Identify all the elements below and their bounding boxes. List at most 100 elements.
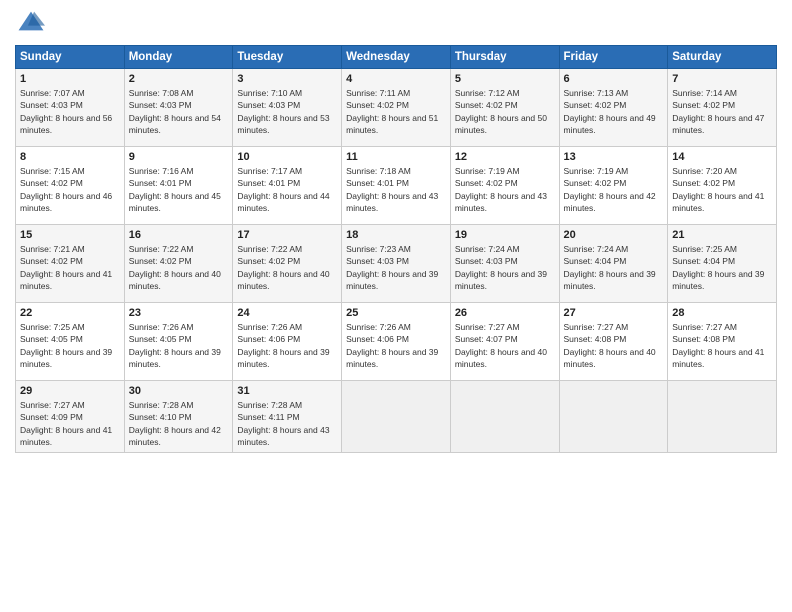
day-detail: Sunrise: 7:28 AMSunset: 4:11 PMDaylight:… xyxy=(237,399,337,448)
logo xyxy=(15,10,47,37)
day-number: 4 xyxy=(346,73,446,85)
calendar-cell: 25 Sunrise: 7:26 AMSunset: 4:06 PMDayligh… xyxy=(342,303,451,381)
day-number: 3 xyxy=(237,73,337,85)
calendar-cell: 29 Sunrise: 7:27 AMSunset: 4:09 PMDayligh… xyxy=(16,381,125,453)
header xyxy=(15,10,777,37)
calendar-cell: 9 Sunrise: 7:16 AMSunset: 4:01 PMDaylight… xyxy=(124,147,233,225)
day-number: 31 xyxy=(237,385,337,397)
day-detail: Sunrise: 7:15 AMSunset: 4:02 PMDaylight:… xyxy=(20,165,120,214)
day-number: 25 xyxy=(346,307,446,319)
calendar-cell: 28Sunrise: 7:27 AMSunset: 4:08 PMDayligh… xyxy=(668,303,777,381)
day-detail: Sunrise: 7:28 AMSunset: 4:10 PMDaylight:… xyxy=(129,399,229,448)
day-number: 22 xyxy=(20,307,120,319)
calendar-cell: 23 Sunrise: 7:26 AMSunset: 4:05 PMDayligh… xyxy=(124,303,233,381)
calendar-week-row: 15Sunrise: 7:21 AMSunset: 4:02 PMDayligh… xyxy=(16,225,777,303)
day-detail: Sunrise: 7:16 AMSunset: 4:01 PMDaylight:… xyxy=(129,165,229,214)
day-detail: Sunrise: 7:25 AMSunset: 4:05 PMDaylight:… xyxy=(20,321,120,370)
calendar-cell: 20 Sunrise: 7:24 AMSunset: 4:04 PMDayligh… xyxy=(559,225,668,303)
day-number: 8 xyxy=(20,151,120,163)
day-number: 16 xyxy=(129,229,229,241)
calendar-cell: 13 Sunrise: 7:19 AMSunset: 4:02 PMDayligh… xyxy=(559,147,668,225)
day-detail: Sunrise: 7:14 AMSunset: 4:02 PMDaylight:… xyxy=(672,87,772,136)
header-row: SundayMondayTuesdayWednesdayThursdayFrid… xyxy=(16,46,777,69)
day-number: 5 xyxy=(455,73,555,85)
calendar-cell: 12 Sunrise: 7:19 AMSunset: 4:02 PMDayligh… xyxy=(450,147,559,225)
calendar-cell: 19 Sunrise: 7:24 AMSunset: 4:03 PMDayligh… xyxy=(450,225,559,303)
day-detail: Sunrise: 7:13 AMSunset: 4:02 PMDaylight:… xyxy=(564,87,664,136)
day-detail: Sunrise: 7:27 AMSunset: 4:08 PMDaylight:… xyxy=(564,321,664,370)
calendar-cell xyxy=(450,381,559,453)
day-number: 29 xyxy=(20,385,120,397)
day-detail: Sunrise: 7:25 AMSunset: 4:04 PMDaylight:… xyxy=(672,243,772,292)
day-number: 17 xyxy=(237,229,337,241)
day-detail: Sunrise: 7:27 AMSunset: 4:07 PMDaylight:… xyxy=(455,321,555,370)
day-detail: Sunrise: 7:12 AMSunset: 4:02 PMDaylight:… xyxy=(455,87,555,136)
calendar-cell: 7 Sunrise: 7:14 AMSunset: 4:02 PMDaylight… xyxy=(668,69,777,147)
weekday-header: Tuesday xyxy=(233,46,342,69)
day-number: 6 xyxy=(564,73,664,85)
calendar-cell: 5 Sunrise: 7:12 AMSunset: 4:02 PMDaylight… xyxy=(450,69,559,147)
calendar-cell: 17 Sunrise: 7:22 AMSunset: 4:02 PMDayligh… xyxy=(233,225,342,303)
day-detail: Sunrise: 7:07 AMSunset: 4:03 PMDaylight:… xyxy=(20,87,120,136)
weekday-header: Saturday xyxy=(668,46,777,69)
calendar-week-row: 1 Sunrise: 7:07 AMSunset: 4:03 PMDaylight… xyxy=(16,69,777,147)
weekday-header: Friday xyxy=(559,46,668,69)
calendar-cell: 10Sunrise: 7:17 AMSunset: 4:01 PMDayligh… xyxy=(233,147,342,225)
calendar-cell: 22 Sunrise: 7:25 AMSunset: 4:05 PMDayligh… xyxy=(16,303,125,381)
calendar-cell: 15Sunrise: 7:21 AMSunset: 4:02 PMDayligh… xyxy=(16,225,125,303)
day-number: 2 xyxy=(129,73,229,85)
day-number: 19 xyxy=(455,229,555,241)
calendar-week-row: 8 Sunrise: 7:15 AMSunset: 4:02 PMDaylight… xyxy=(16,147,777,225)
day-detail: Sunrise: 7:20 AMSunset: 4:02 PMDaylight:… xyxy=(672,165,772,214)
day-number: 18 xyxy=(346,229,446,241)
day-detail: Sunrise: 7:19 AMSunset: 4:02 PMDaylight:… xyxy=(564,165,664,214)
day-number: 1 xyxy=(20,73,120,85)
day-number: 28 xyxy=(672,307,772,319)
calendar-cell: 3 Sunrise: 7:10 AMSunset: 4:03 PMDaylight… xyxy=(233,69,342,147)
calendar-cell xyxy=(342,381,451,453)
day-number: 12 xyxy=(455,151,555,163)
day-number: 11 xyxy=(346,151,446,163)
day-detail: Sunrise: 7:27 AMSunset: 4:09 PMDaylight:… xyxy=(20,399,120,448)
day-detail: Sunrise: 7:23 AMSunset: 4:03 PMDaylight:… xyxy=(346,243,446,292)
weekday-header: Monday xyxy=(124,46,233,69)
day-number: 10 xyxy=(237,151,337,163)
day-detail: Sunrise: 7:10 AMSunset: 4:03 PMDaylight:… xyxy=(237,87,337,136)
calendar-cell: 8 Sunrise: 7:15 AMSunset: 4:02 PMDaylight… xyxy=(16,147,125,225)
calendar-cell: 16Sunrise: 7:22 AMSunset: 4:02 PMDayligh… xyxy=(124,225,233,303)
calendar-cell: 6 Sunrise: 7:13 AMSunset: 4:02 PMDaylight… xyxy=(559,69,668,147)
calendar-cell: 26 Sunrise: 7:27 AMSunset: 4:07 PMDayligh… xyxy=(450,303,559,381)
day-number: 23 xyxy=(129,307,229,319)
day-number: 20 xyxy=(564,229,664,241)
calendar-cell xyxy=(668,381,777,453)
weekday-header: Wednesday xyxy=(342,46,451,69)
calendar-cell xyxy=(559,381,668,453)
day-number: 14 xyxy=(672,151,772,163)
calendar-cell: 30Sunrise: 7:28 AMSunset: 4:10 PMDayligh… xyxy=(124,381,233,453)
day-detail: Sunrise: 7:26 AMSunset: 4:06 PMDaylight:… xyxy=(237,321,337,370)
day-number: 27 xyxy=(564,307,664,319)
calendar-cell: 14 Sunrise: 7:20 AMSunset: 4:02 PMDayligh… xyxy=(668,147,777,225)
day-detail: Sunrise: 7:08 AMSunset: 4:03 PMDaylight:… xyxy=(129,87,229,136)
weekday-header: Thursday xyxy=(450,46,559,69)
calendar-week-row: 22 Sunrise: 7:25 AMSunset: 4:05 PMDayligh… xyxy=(16,303,777,381)
calendar-cell: 11Sunrise: 7:18 AMSunset: 4:01 PMDayligh… xyxy=(342,147,451,225)
day-number: 13 xyxy=(564,151,664,163)
day-number: 7 xyxy=(672,73,772,85)
day-detail: Sunrise: 7:19 AMSunset: 4:02 PMDaylight:… xyxy=(455,165,555,214)
day-number: 21 xyxy=(672,229,772,241)
calendar-table: SundayMondayTuesdayWednesdayThursdayFrid… xyxy=(15,45,777,453)
day-detail: Sunrise: 7:22 AMSunset: 4:02 PMDaylight:… xyxy=(237,243,337,292)
day-number: 9 xyxy=(129,151,229,163)
day-detail: Sunrise: 7:24 AMSunset: 4:03 PMDaylight:… xyxy=(455,243,555,292)
calendar-cell: 24 Sunrise: 7:26 AMSunset: 4:06 PMDayligh… xyxy=(233,303,342,381)
calendar-cell: 18 Sunrise: 7:23 AMSunset: 4:03 PMDayligh… xyxy=(342,225,451,303)
day-number: 26 xyxy=(455,307,555,319)
day-detail: Sunrise: 7:26 AMSunset: 4:06 PMDaylight:… xyxy=(346,321,446,370)
page: SundayMondayTuesdayWednesdayThursdayFrid… xyxy=(0,0,792,612)
day-number: 24 xyxy=(237,307,337,319)
calendar-cell: 4Sunrise: 7:11 AMSunset: 4:02 PMDaylight… xyxy=(342,69,451,147)
day-detail: Sunrise: 7:24 AMSunset: 4:04 PMDaylight:… xyxy=(564,243,664,292)
day-detail: Sunrise: 7:26 AMSunset: 4:05 PMDaylight:… xyxy=(129,321,229,370)
calendar-cell: 1 Sunrise: 7:07 AMSunset: 4:03 PMDaylight… xyxy=(16,69,125,147)
